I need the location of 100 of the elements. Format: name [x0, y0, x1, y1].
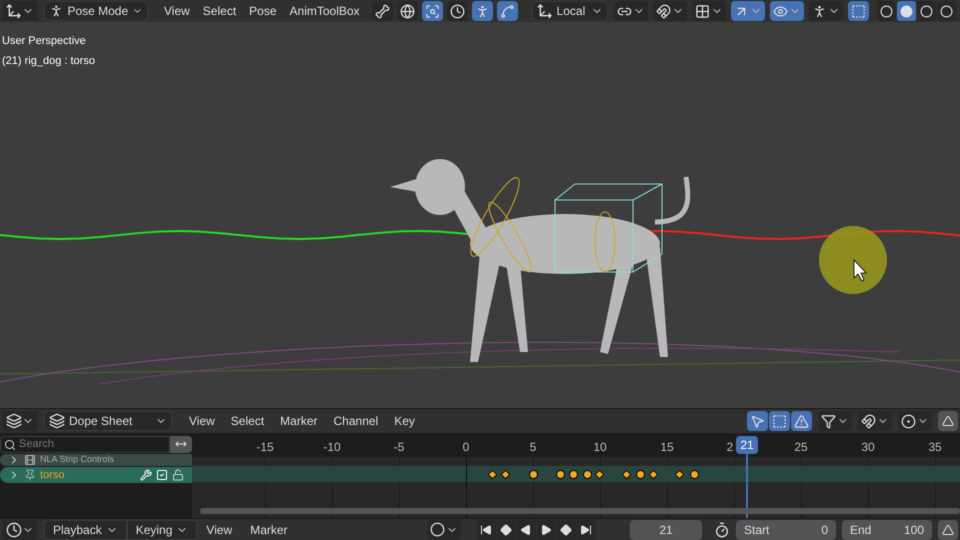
- axes-icon: [6, 3, 22, 19]
- skip-back-icon: [480, 524, 492, 536]
- grid-icon: [694, 4, 710, 18]
- funnel-icon: [821, 414, 836, 428]
- pointer-toggle[interactable]: [747, 411, 768, 431]
- checkbox-icon[interactable]: [156, 469, 168, 481]
- menu-item[interactable]: Select: [224, 411, 272, 431]
- menu-dropdown[interactable]: Keying: [126, 520, 198, 540]
- diamond-icon: [560, 524, 572, 536]
- frame-number: 10: [593, 439, 607, 456]
- skip-start-button[interactable]: [476, 520, 496, 540]
- menu-dropdown[interactable]: Playback: [44, 520, 127, 540]
- magnet-icon: [656, 4, 671, 18]
- horizontal-scrollbar[interactable]: [200, 508, 960, 514]
- curve-icon: [500, 4, 515, 18]
- playhead-line: [746, 454, 748, 518]
- channel-name: torso: [40, 468, 66, 483]
- previous-key-button[interactable]: [496, 520, 516, 540]
- person-toggle[interactable]: [472, 1, 493, 21]
- shading-option[interactable]: [876, 1, 896, 21]
- eye-toggle[interactable]: [770, 1, 804, 21]
- menu-item[interactable]: AnimToolBox: [284, 1, 366, 21]
- pointer-icon: [750, 414, 765, 428]
- magnet-toggle[interactable]: [652, 1, 687, 21]
- frame-number: 5: [530, 439, 536, 456]
- layers-icon: [49, 413, 65, 429]
- editor-type-button[interactable]: [2, 520, 38, 540]
- stopwatch-icon[interactable]: [714, 522, 730, 538]
- bone-toggle[interactable]: [372, 1, 393, 21]
- record-button[interactable]: [426, 520, 461, 540]
- search-icon: [4, 438, 16, 450]
- strip-icon: [24, 454, 36, 466]
- orientation-dropdown[interactable]: Local: [532, 1, 608, 21]
- shading-option[interactable]: [936, 1, 956, 21]
- menu-item[interactable]: View: [182, 411, 222, 431]
- channel-name: NLA Strip Controls: [40, 453, 116, 466]
- swap-button[interactable]: [170, 436, 192, 452]
- editor-type-button[interactable]: [2, 411, 38, 431]
- collapse-button[interactable]: [938, 520, 958, 540]
- frame-number: -5: [394, 439, 404, 456]
- play-reverse-button[interactable]: [516, 520, 536, 540]
- clock-icon: [6, 522, 22, 538]
- circle-icon: [430, 522, 445, 537]
- menu-item[interactable]: Select: [196, 1, 242, 21]
- scan-toggle[interactable]: [422, 1, 443, 21]
- globe-toggle[interactable]: [396, 1, 418, 21]
- menu-item[interactable]: Marker: [241, 520, 297, 540]
- editor-type-button[interactable]: [2, 1, 38, 21]
- person-toggle[interactable]: [808, 1, 843, 21]
- magnet-icon: [861, 414, 876, 428]
- pin-icon: [24, 469, 36, 481]
- arrow-toggle[interactable]: [730, 1, 765, 21]
- curve-toggle[interactable]: [496, 1, 518, 21]
- warning-toggle[interactable]: [791, 411, 812, 431]
- collapse-button[interactable]: [938, 411, 958, 431]
- shading-option[interactable]: [896, 1, 916, 21]
- channel-row[interactable]: NLA Strip Controls: [0, 454, 192, 466]
- frame-number: 25: [794, 439, 808, 456]
- snap-button[interactable]: [858, 411, 892, 431]
- frame-number: 2: [726, 439, 734, 456]
- diamond-icon: [500, 524, 512, 536]
- frame-number: -10: [323, 439, 341, 456]
- menu-item[interactable]: Pose: [243, 1, 283, 21]
- play-button[interactable]: [536, 520, 556, 540]
- dashed-square-toggle[interactable]: [848, 1, 869, 21]
- filter-button[interactable]: [818, 411, 852, 431]
- link-toggle[interactable]: [614, 1, 648, 21]
- mouse-pointer-icon: [854, 258, 867, 282]
- scan-icon: [424, 4, 440, 18]
- field-value: 100: [904, 522, 924, 538]
- clock-icon: [450, 4, 465, 18]
- play-icon: [540, 524, 552, 536]
- viewport-info-text: User Perspective: [2, 34, 87, 49]
- grid-toggle[interactable]: [692, 1, 726, 21]
- start-frame-field[interactable]: Start 0: [736, 520, 836, 540]
- reverse-play-icon: [520, 524, 532, 536]
- clock-toggle[interactable]: [446, 1, 468, 21]
- menu-item[interactable]: View: [197, 520, 242, 540]
- proportional-button[interactable]: [898, 411, 932, 431]
- frame-field[interactable]: 21: [630, 520, 702, 540]
- axes-icon: [536, 3, 553, 19]
- eye-icon: [772, 4, 788, 18]
- skip-end-button[interactable]: [576, 520, 596, 540]
- menu-item[interactable]: Channel: [326, 411, 386, 431]
- menu-item[interactable]: View: [158, 1, 196, 21]
- person-icon: [49, 3, 64, 19]
- editor-dropdown[interactable]: Dope Sheet: [44, 411, 172, 431]
- current-frame-marker[interactable]: 21: [736, 436, 758, 454]
- menu-item[interactable]: Key: [387, 411, 422, 431]
- field-value: 0: [821, 522, 828, 538]
- menu-item[interactable]: Marker: [273, 411, 324, 431]
- mode-dropdown[interactable]: Pose Mode: [44, 1, 148, 21]
- next-key-button[interactable]: [556, 520, 576, 540]
- shading-option[interactable]: [916, 1, 936, 21]
- dashed-square-toggle[interactable]: [769, 411, 790, 431]
- layers-icon: [6, 413, 22, 429]
- end-frame-field[interactable]: End 100: [842, 520, 932, 540]
- lock-icon[interactable]: [172, 469, 184, 481]
- search-field[interactable]: Search: [0, 436, 170, 452]
- frame-number: 15: [660, 439, 674, 456]
